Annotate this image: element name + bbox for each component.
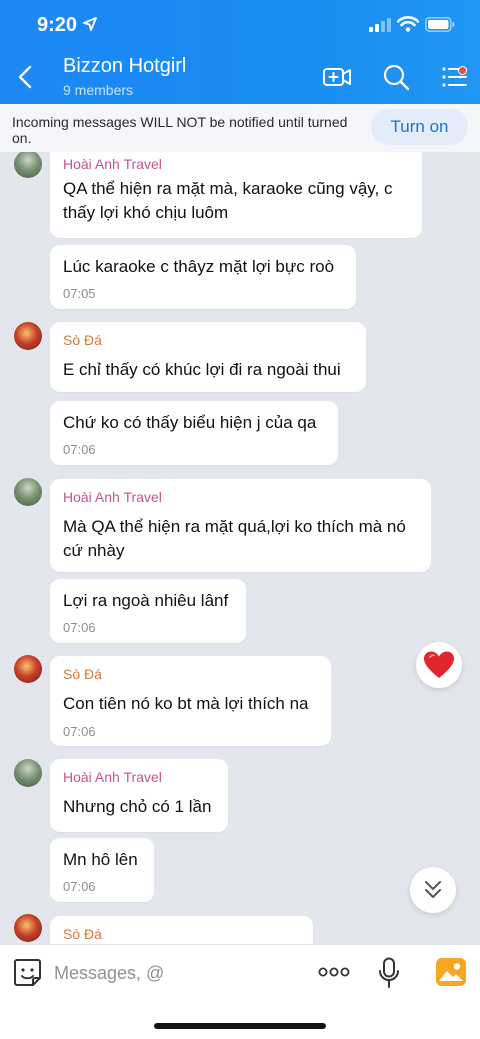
sender-name: Sò Đá <box>63 332 102 348</box>
avatar-so-da[interactable] <box>14 655 42 683</box>
microphone-icon[interactable] <box>378 957 400 989</box>
message-bubble[interactable]: Lợi ra ngoà nhiêu lânf 07:06 <box>50 579 246 643</box>
avatar-hoai-anh[interactable] <box>14 478 42 506</box>
more-options-icon[interactable] <box>318 965 350 979</box>
heart-icon <box>424 651 454 678</box>
battery-icon <box>425 17 455 32</box>
video-call-icon[interactable] <box>322 62 352 92</box>
message-bubble[interactable]: Sò Đá <box>50 916 313 944</box>
chat-header: 9:20 Bizzon Hotgirl 9 members <box>0 0 480 104</box>
message-text: Lợi ra ngoà nhiêu lânf <box>63 591 229 610</box>
message-bubble[interactable]: Hoài Anh Travel QA thể hiện ra mặt mà, k… <box>50 152 422 238</box>
double-chevron-down-icon <box>425 881 441 898</box>
reaction-heart-button[interactable] <box>416 642 462 688</box>
member-count[interactable]: 9 members <box>63 82 133 98</box>
message-time: 07:05 <box>63 286 96 301</box>
message-bubble[interactable]: Chứ ko có thấy biểu hiện j của qa 07:06 <box>50 401 338 465</box>
sticker-icon[interactable] <box>13 958 42 987</box>
message-bubble[interactable]: Mn hô lên 07:06 <box>50 838 154 902</box>
message-list[interactable]: Hoài Anh Travel QA thể hiện ra mặt mà, k… <box>0 152 480 944</box>
avatar-so-da[interactable] <box>14 322 42 350</box>
message-text: Mà QA thể hiện ra mặt quá,lợi ko thích m… <box>63 517 406 560</box>
sender-name: Sò Đá <box>63 926 102 942</box>
message-bubble[interactable]: Lúc karaoke c thâyz mặt lợi bực roò 07:0… <box>50 245 356 309</box>
avatar-hoai-anh[interactable] <box>14 152 42 178</box>
location-arrow-icon <box>83 17 97 31</box>
sender-name: Hoài Anh Travel <box>63 156 162 172</box>
status-bar: 9:20 <box>0 0 480 50</box>
notification-dot-icon <box>458 66 467 75</box>
status-time: 9:20 <box>37 14 78 36</box>
message-bubble[interactable]: Sò Đá Con tiên nó ko bt mà lợi thích na … <box>50 656 331 746</box>
message-text: E chỉ thấy có khúc lợi đi ra ngoài thui <box>63 360 341 379</box>
back-icon[interactable] <box>14 64 38 90</box>
scroll-to-bottom-button[interactable] <box>410 867 456 913</box>
message-text: Chứ ko có thấy biểu hiện j của qa <box>63 413 317 432</box>
image-gallery-icon[interactable] <box>436 958 466 986</box>
message-time: 07:06 <box>63 620 96 635</box>
message-text: Lúc karaoke c thâyz mặt lợi bực roò <box>63 257 335 276</box>
sender-name: Sò Đá <box>63 666 102 682</box>
wifi-icon <box>397 16 419 32</box>
home-indicator <box>154 1023 326 1029</box>
search-icon[interactable] <box>381 62 411 92</box>
avatar-so-da[interactable] <box>14 914 42 942</box>
message-text: Mn hô lên <box>63 850 138 869</box>
message-text: QA thể hiện ra mặt mà, karaoke cũng vậy,… <box>63 179 393 222</box>
turn-on-button[interactable]: Turn on <box>371 109 468 145</box>
message-bubble[interactable]: Hoài Anh Travel Nhưng chỏ có 1 lần <box>50 759 228 832</box>
sender-name: Hoài Anh Travel <box>63 489 162 505</box>
sender-name: Hoài Anh Travel <box>63 769 162 785</box>
message-time: 07:06 <box>63 724 96 739</box>
message-bubble[interactable]: Sò Đá E chỉ thấy có khúc lợi đi ra ngoài… <box>50 322 366 392</box>
cellular-signal-icon <box>369 18 391 32</box>
notice-text: Incoming messages WILL NOT be notified u… <box>12 114 348 146</box>
chat-title[interactable]: Bizzon Hotgirl <box>63 55 186 78</box>
message-bubble[interactable]: Hoài Anh Travel Mà QA thể hiện ra mặt qu… <box>50 479 431 572</box>
avatar-hoai-anh[interactable] <box>14 759 42 787</box>
message-input[interactable] <box>54 958 294 988</box>
message-time: 07:06 <box>63 442 96 457</box>
message-time: 07:06 <box>63 879 96 894</box>
message-text: Con tiên nó ko bt mà lợi thích na <box>63 694 309 713</box>
message-text: Nhưng chỏ có 1 lần <box>63 797 212 816</box>
